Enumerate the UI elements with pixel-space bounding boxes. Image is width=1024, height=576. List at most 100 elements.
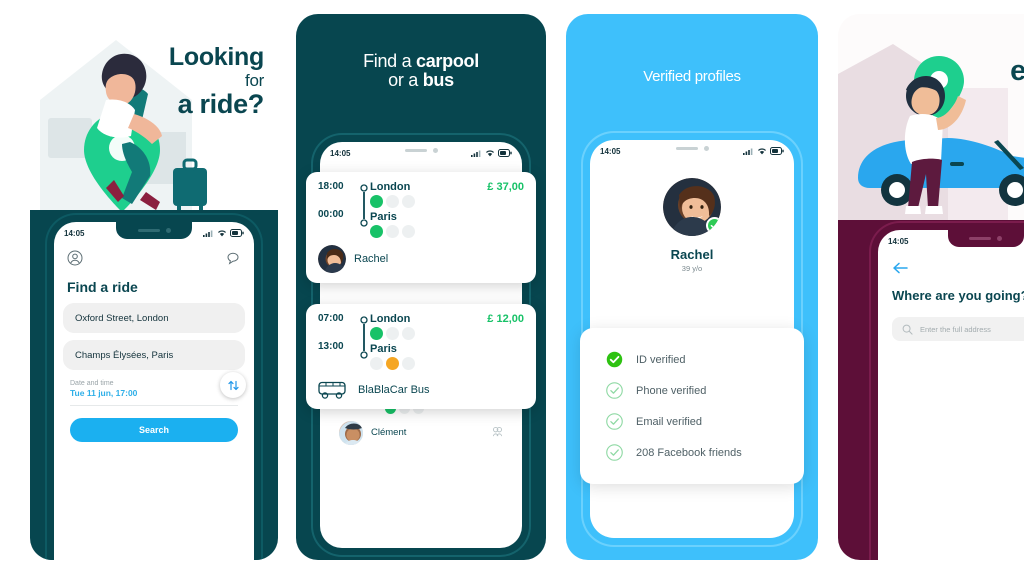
panel-find-a-carpool-or-a-bus: Find a carpool or a bus 14:05 Clément 18… — [296, 14, 546, 560]
operator-info: BlaBlaCar Bus — [318, 381, 524, 399]
seat-icon — [402, 357, 415, 371]
seat-icon — [386, 357, 399, 371]
phone-notch — [654, 140, 730, 157]
destination-city: Paris — [370, 211, 397, 224]
cellular-signal-icon — [471, 150, 481, 157]
ride-price: £ 37,00 — [487, 181, 524, 193]
search-button[interactable]: Search — [70, 418, 238, 442]
check-outline-icon — [606, 444, 623, 461]
arrive-time: 00:00 — [318, 209, 344, 220]
rider-name: Rachel — [354, 253, 389, 266]
status-bar: 14:05 — [320, 142, 522, 164]
verification-label: Email verified — [636, 415, 703, 428]
profile-icon[interactable] — [67, 250, 83, 271]
phone-notch — [383, 142, 459, 159]
headline-line-2: for — [245, 71, 264, 90]
seat-icon — [370, 327, 383, 341]
rider-name: Clément — [371, 427, 407, 439]
destination-input[interactable]: Champs Élysées, Paris — [63, 340, 245, 370]
headline-line-3: a ride? — [177, 89, 265, 120]
front-camera-icon — [165, 228, 171, 233]
profile-age: 39 y/o — [681, 264, 703, 273]
status-time: 14:05 — [330, 148, 351, 158]
bus-icon — [318, 382, 346, 399]
floating-ride-card-rachel[interactable]: 18:00 00:00 London Paris £ 37,00 Rachel — [306, 172, 536, 284]
avatar — [663, 178, 721, 236]
cellular-signal-icon — [203, 230, 213, 237]
seat-icon — [386, 327, 399, 341]
address-search-input[interactable]: Enter the full address — [892, 317, 1024, 341]
search-icon — [902, 324, 913, 335]
seat-icon — [402, 195, 415, 209]
speaker-grill-icon — [675, 147, 698, 150]
destination-seats — [370, 225, 487, 239]
headline-line-2: or a bus — [296, 71, 546, 90]
verification-label: 208 Facebook friends — [636, 446, 742, 459]
destination-city: Paris — [370, 343, 397, 356]
verification-item-id[interactable]: ID verified — [580, 344, 804, 375]
avatar — [339, 420, 363, 445]
battery-icon — [770, 147, 784, 155]
verification-item-facebook[interactable]: 208 Facebook friends — [580, 437, 804, 468]
battery-icon — [498, 149, 512, 157]
datetime-label: Date and time — [70, 380, 114, 387]
avatar — [318, 245, 346, 274]
origin-city: London — [370, 181, 411, 193]
front-camera-icon — [703, 146, 709, 151]
floating-ride-card-bus[interactable]: 07:00 13:00 London Paris £ 12,00 BlaBlaC… — [306, 304, 536, 410]
app-top-icons — [54, 244, 254, 273]
status-indicators — [743, 147, 784, 155]
verification-item-email[interactable]: Email verified — [580, 406, 804, 437]
panel-2-headline: Find a carpool or a bus — [296, 51, 546, 91]
check-filled-icon — [606, 351, 623, 368]
seat-icon — [370, 225, 383, 239]
divider — [70, 405, 238, 406]
destination-value: Champs Élysées, Paris — [75, 349, 174, 361]
status-time: 14:05 — [888, 236, 909, 246]
seat-icon — [402, 225, 415, 239]
ride-cities: London Paris — [370, 313, 487, 373]
datetime-value: Tue 11 jun, 17:00 — [70, 388, 138, 398]
status-time: 14:05 — [64, 228, 85, 238]
status-indicators — [203, 229, 244, 237]
ride-summary: 18:00 00:00 London Paris £ 37,00 — [318, 181, 524, 241]
route-line-icon — [358, 313, 370, 364]
speaker-grill-icon — [404, 149, 427, 152]
origin-seats — [370, 195, 487, 209]
depart-time: 18:00 — [318, 181, 344, 192]
ride-price: £ 12,00 — [487, 313, 524, 325]
status-indicators — [471, 149, 512, 157]
profile-avatar-wrap — [590, 178, 794, 236]
status-time: 14:05 — [600, 146, 621, 156]
operator-name: BlaBlaCar Bus — [358, 384, 430, 397]
origin-value: Oxford Street, London — [75, 312, 169, 324]
verification-item-phone[interactable]: Phone verified — [580, 375, 804, 406]
ride-summary: 07:00 13:00 London Paris £ 12,00 — [318, 313, 524, 373]
panel-3-headline: Verified profiles — [643, 68, 741, 85]
wifi-icon — [486, 150, 494, 157]
check-outline-icon — [606, 382, 623, 399]
origin-city: London — [370, 313, 411, 325]
headline-thin-1: Find a — [363, 51, 416, 71]
headline-line-3: sea — [844, 88, 1024, 119]
phone-mockup-destination-search: 14:05 Where are you going? Enter the ful… — [878, 230, 1024, 560]
profile-name: Rachel — [670, 247, 714, 262]
ladies-only-icon — [493, 426, 502, 437]
speaker-grill-icon — [137, 229, 160, 232]
panel-got-some-empty-seats: Got so empty sea 14:05 Where are y — [838, 14, 1024, 560]
screen-title: Find a ride — [67, 279, 138, 295]
seat-icon — [402, 327, 415, 341]
front-camera-icon — [997, 236, 1002, 241]
back-button[interactable] — [878, 252, 1024, 279]
ride-times: 18:00 00:00 — [318, 181, 358, 220]
rider-info: Clément — [339, 420, 503, 445]
verification-label: Phone verified — [636, 384, 707, 397]
seat-icon — [386, 225, 399, 239]
chat-bubble-icon[interactable] — [225, 250, 241, 271]
swap-vertical-icon[interactable] — [220, 372, 246, 398]
panel-1-headline: Looking for a ride? — [114, 44, 264, 120]
headline-thin-2: or a — [388, 70, 423, 91]
origin-input[interactable]: Oxford Street, London — [63, 303, 245, 333]
front-camera-icon — [432, 148, 438, 153]
screenshot-stage: Looking for a ride? 14:05 Find a ride Ox… — [0, 0, 1024, 576]
